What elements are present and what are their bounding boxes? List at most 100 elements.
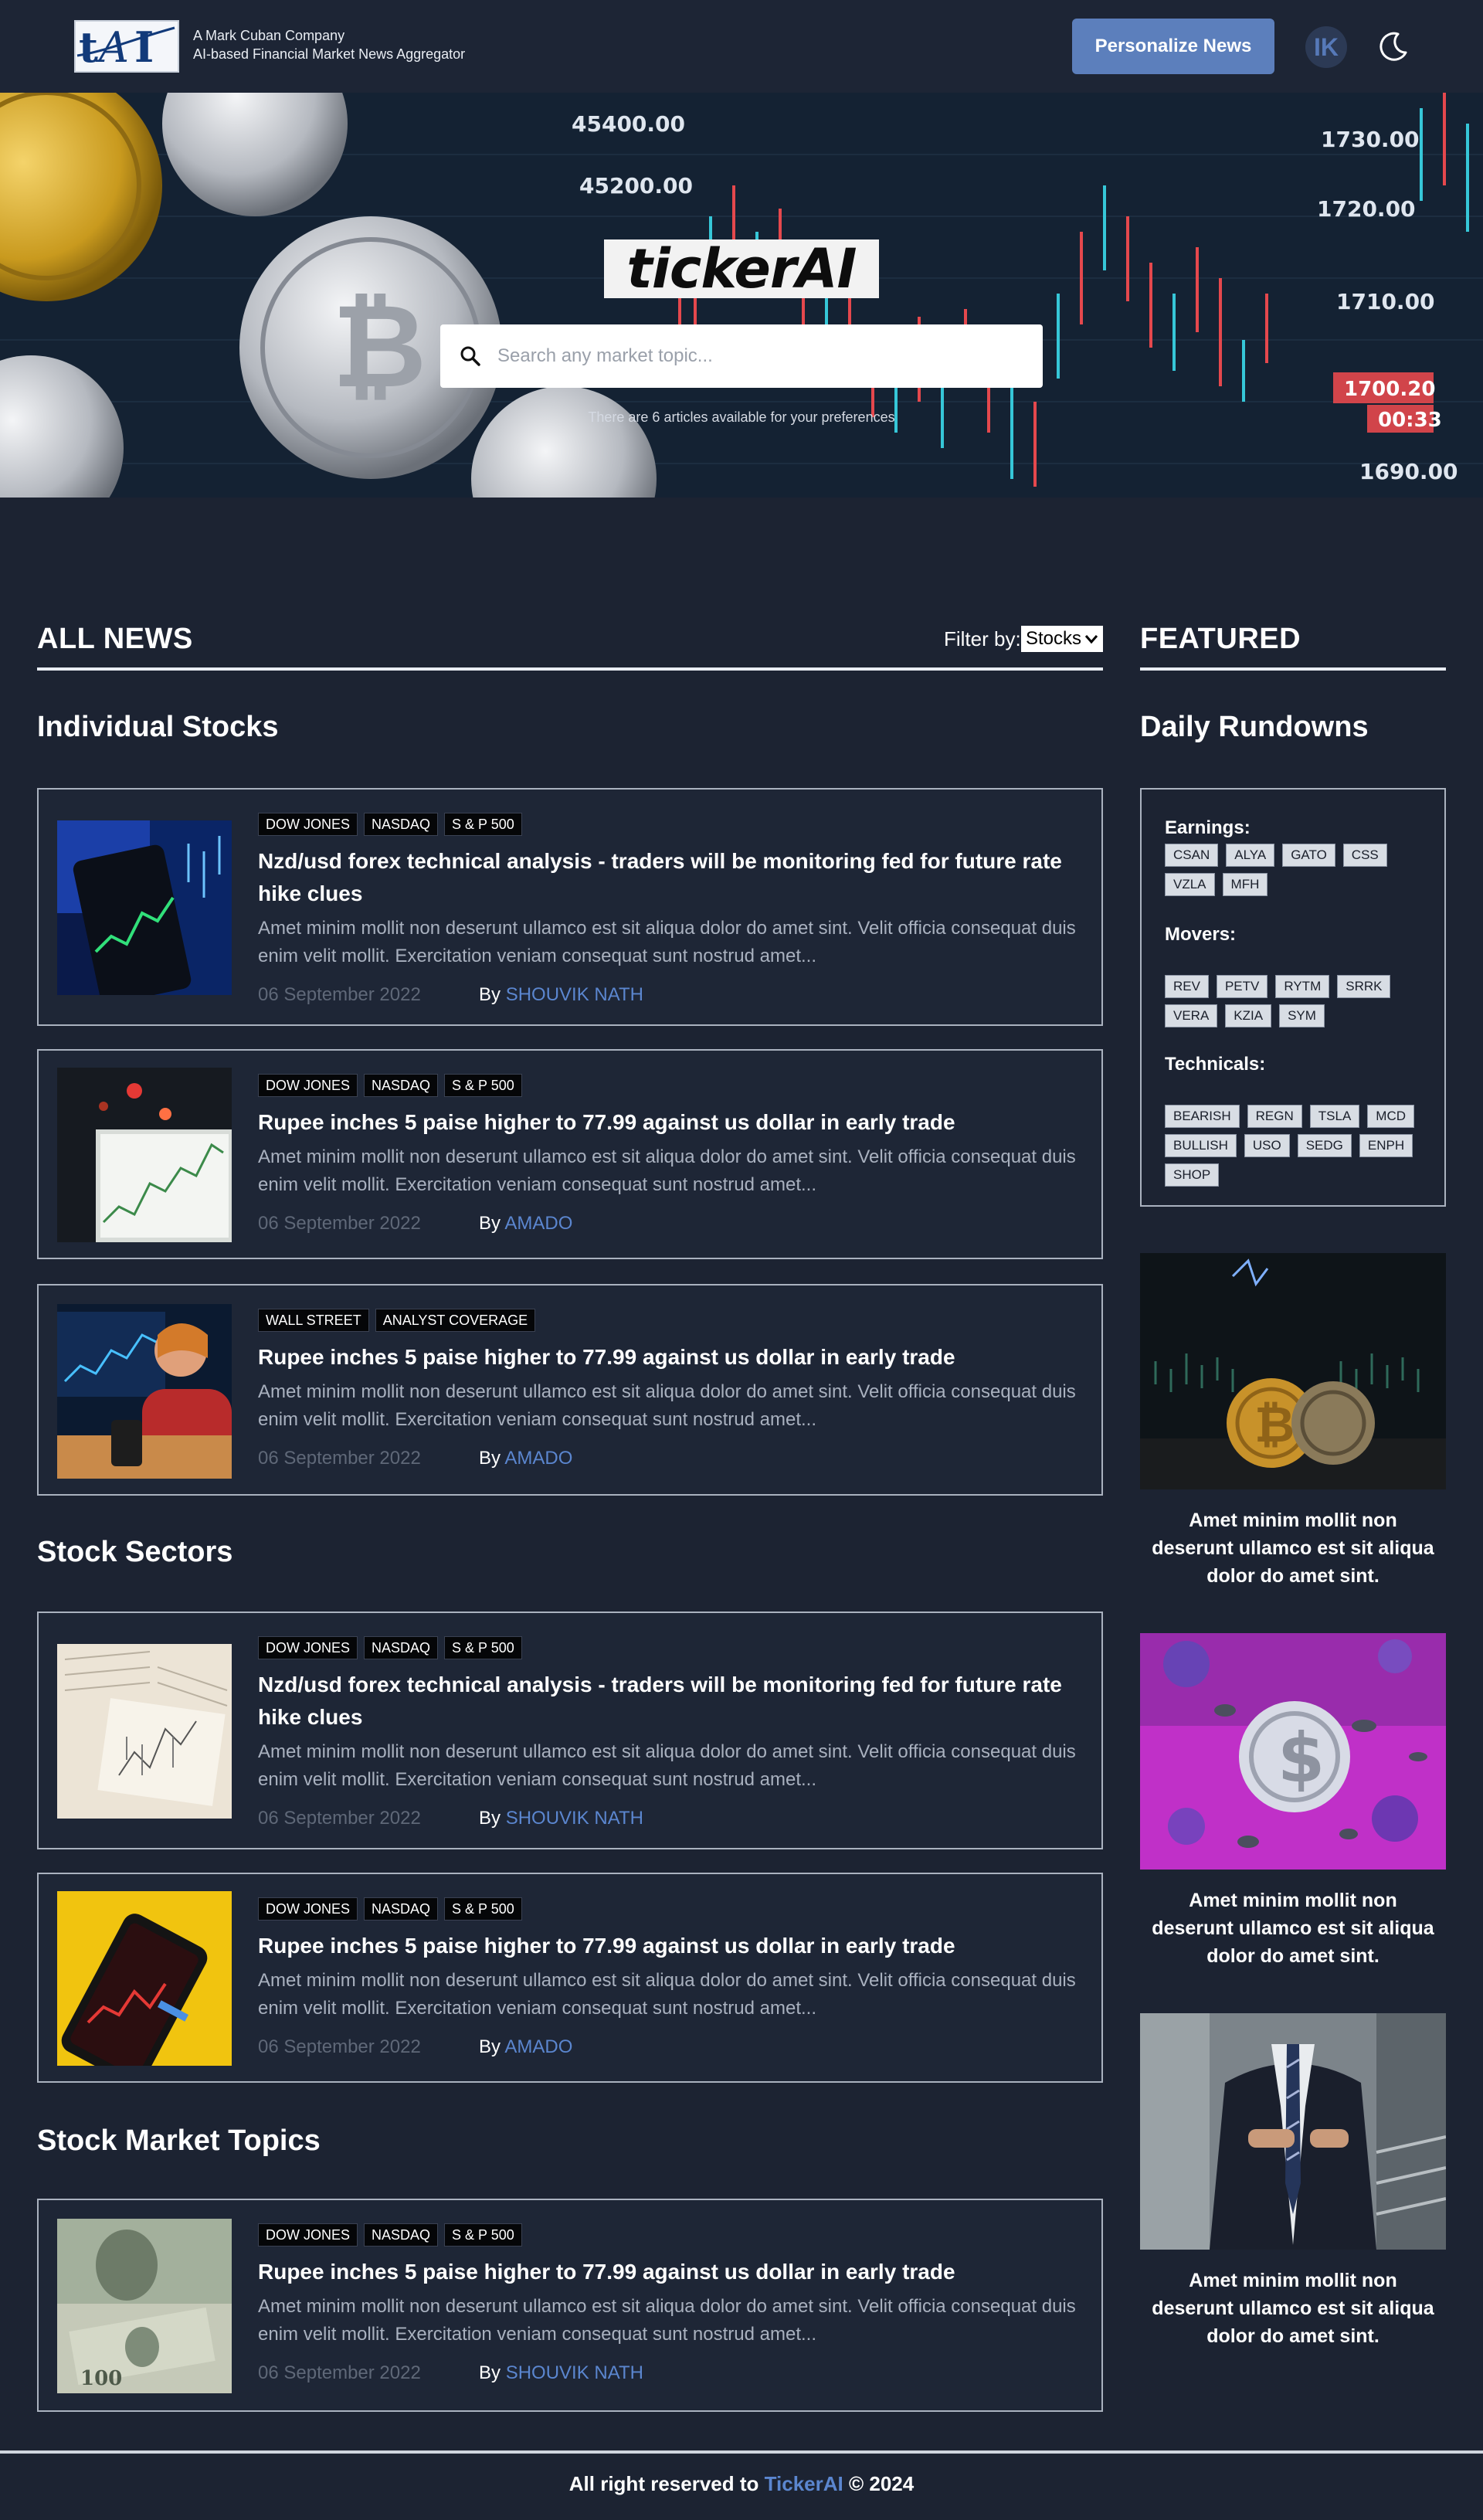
avatar[interactable]: IK bbox=[1305, 26, 1347, 68]
svg-text:1690.00: 1690.00 bbox=[1359, 459, 1458, 484]
svg-text:100: 100 bbox=[80, 2367, 122, 2390]
chevron-down-icon bbox=[1084, 635, 1098, 644]
ticker-chip[interactable]: USO bbox=[1244, 1134, 1290, 1157]
author-link[interactable]: SHOUVIK NATH bbox=[506, 984, 643, 1005]
article-title[interactable]: Nzd/usd forex technical analysis - trade… bbox=[258, 1669, 1077, 1734]
by-label: By bbox=[479, 2362, 501, 2383]
news-card[interactable]: DOW JONES NASDAQ S & P 500 Rupee inches … bbox=[37, 1049, 1103, 1259]
tag-chip[interactable]: S & P 500 bbox=[444, 1897, 522, 1921]
tag-chip[interactable]: DOW JONES bbox=[258, 1074, 358, 1097]
ticker-chip[interactable]: REV bbox=[1165, 975, 1209, 998]
ticker-chip[interactable]: TSLA bbox=[1309, 1105, 1360, 1128]
news-card[interactable]: DOW JONES NASDAQ S & P 500 Nzd/usd forex… bbox=[37, 788, 1103, 1026]
ticker-chip[interactable]: MFH bbox=[1222, 873, 1268, 896]
article-excerpt: Amet minim mollit non deserunt ullamco e… bbox=[258, 1146, 1076, 1195]
articles-count-note: There are 6 articles available for your … bbox=[588, 409, 895, 425]
featured-image[interactable]: ₿ bbox=[1140, 1253, 1446, 1489]
personalize-news-button[interactable]: Personalize News bbox=[1072, 19, 1274, 74]
brand-text: tickerAI bbox=[626, 237, 857, 301]
article-title[interactable]: Rupee inches 5 paise higher to 77.99 aga… bbox=[258, 1930, 1077, 1962]
author-link[interactable]: AMADO bbox=[504, 2036, 572, 2057]
footer-brand-link[interactable]: TickerAI bbox=[765, 2472, 843, 2495]
featured-caption[interactable]: Amet minim mollit non deserunt ullamco e… bbox=[1151, 2267, 1435, 2350]
article-date: 06 September 2022 bbox=[258, 1808, 421, 1829]
tag-chip[interactable]: DOW JONES bbox=[258, 813, 358, 836]
article-thumbnail bbox=[57, 1644, 232, 1819]
article-byline: By SHOUVIK NATH bbox=[479, 2362, 643, 2384]
ticker-chip[interactable]: REGN bbox=[1247, 1105, 1302, 1128]
svg-text:1700.20: 1700.20 bbox=[1344, 378, 1435, 401]
news-card[interactable]: WALL STREET ANALYST COVERAGE Rupee inche… bbox=[37, 1284, 1103, 1496]
ticker-chip[interactable]: CSAN bbox=[1165, 844, 1219, 867]
svg-text:1710.00: 1710.00 bbox=[1336, 289, 1435, 314]
ticker-chip[interactable]: SHOP bbox=[1165, 1163, 1220, 1187]
ticker-chip[interactable]: PETV bbox=[1216, 975, 1268, 998]
article-title[interactable]: Nzd/usd forex technical analysis - trade… bbox=[258, 845, 1077, 910]
article-title[interactable]: Rupee inches 5 paise higher to 77.99 aga… bbox=[258, 1341, 1077, 1374]
author-link[interactable]: AMADO bbox=[504, 1448, 572, 1469]
ticker-chip[interactable]: ALYA bbox=[1226, 844, 1275, 867]
tag-chip[interactable]: DOW JONES bbox=[258, 1897, 358, 1921]
ticker-chip[interactable]: SRRK bbox=[1337, 975, 1391, 998]
news-card[interactable]: DOW JONES NASDAQ S & P 500 Nzd/usd forex… bbox=[37, 1612, 1103, 1849]
article-excerpt: Amet minim mollit non deserunt ullamco e… bbox=[258, 1741, 1076, 1790]
tag-chip[interactable]: NASDAQ bbox=[364, 2223, 439, 2247]
tag-chip[interactable]: S & P 500 bbox=[444, 2223, 522, 2247]
ticker-chip[interactable]: KZIA bbox=[1225, 1004, 1272, 1027]
svg-text:t: t bbox=[79, 22, 98, 71]
tag-chip[interactable]: DOW JONES bbox=[258, 1636, 358, 1659]
author-link[interactable]: SHOUVIK NATH bbox=[506, 2362, 643, 2383]
news-card[interactable]: DOW JONES NASDAQ S & P 500 Rupee inches … bbox=[37, 1873, 1103, 2083]
ticker-chip[interactable]: SYM bbox=[1279, 1004, 1325, 1027]
tag-chip[interactable]: NASDAQ bbox=[364, 1897, 439, 1921]
hero-banner: 45400.00 45200.00 1730.00 1720.00 1710.00 1… bbox=[0, 93, 1483, 498]
logo[interactable]: t A I bbox=[74, 20, 179, 73]
ticker-chip[interactable]: VZLA bbox=[1165, 873, 1215, 896]
svg-text:$: $ bbox=[1278, 1718, 1325, 1798]
featured-caption[interactable]: Amet minim mollit non deserunt ullamco e… bbox=[1151, 1887, 1435, 1970]
featured-image[interactable]: $ bbox=[1140, 1633, 1446, 1870]
ticker-chip[interactable]: BEARISH bbox=[1165, 1105, 1240, 1128]
search-bar[interactable] bbox=[440, 324, 1043, 388]
tai-logo-icon: t A I bbox=[76, 22, 175, 72]
section-individual-stocks: Individual Stocks bbox=[37, 711, 279, 743]
ticker-chip[interactable]: GATO bbox=[1282, 844, 1335, 867]
tag-chip[interactable]: DOW JONES bbox=[258, 2223, 358, 2247]
ticker-chip[interactable]: RYTM bbox=[1275, 975, 1330, 998]
featured-caption[interactable]: Amet minim mollit non deserunt ullamco e… bbox=[1151, 1506, 1435, 1590]
tag-chip[interactable]: NASDAQ bbox=[364, 1636, 439, 1659]
ticker-chip[interactable]: BULLISH bbox=[1165, 1134, 1237, 1157]
ticker-chip[interactable]: CSS bbox=[1342, 844, 1387, 867]
tag-chip[interactable]: S & P 500 bbox=[444, 813, 522, 836]
featured-heading: FEATURED bbox=[1140, 623, 1301, 655]
article-byline: By AMADO bbox=[479, 1213, 572, 1235]
search-input[interactable] bbox=[497, 345, 992, 367]
moon-icon[interactable] bbox=[1375, 28, 1412, 65]
ticker-chip[interactable]: MCD bbox=[1367, 1105, 1415, 1128]
tag-chip[interactable]: NASDAQ bbox=[364, 813, 439, 836]
ticker-chip[interactable]: ENPH bbox=[1359, 1134, 1413, 1157]
article-title[interactable]: Rupee inches 5 paise higher to 77.99 aga… bbox=[258, 2256, 1077, 2288]
by-label: By bbox=[479, 2036, 501, 2057]
article-date: 06 September 2022 bbox=[258, 1448, 421, 1469]
author-link[interactable]: AMADO bbox=[504, 1213, 572, 1234]
tag-chip[interactable]: ANALYST COVERAGE bbox=[375, 1309, 536, 1332]
ticker-chip[interactable]: VERA bbox=[1165, 1004, 1218, 1027]
tag-chip[interactable]: NASDAQ bbox=[364, 1074, 439, 1097]
all-news-heading: ALL NEWS bbox=[37, 623, 193, 655]
daily-rundowns-panel: Earnings: CSAN ALYA GATO CSS VZLA MFH Mo… bbox=[1140, 788, 1446, 1207]
featured-image[interactable] bbox=[1140, 2013, 1446, 2250]
tag-chip[interactable]: WALL STREET bbox=[258, 1309, 369, 1332]
tag-chip[interactable]: S & P 500 bbox=[444, 1636, 522, 1659]
svg-text:I: I bbox=[134, 22, 154, 71]
news-card[interactable]: 100 DOW JONES NASDAQ S & P 500 Rupee inc… bbox=[37, 2199, 1103, 2412]
article-thumbnail bbox=[57, 1304, 232, 1479]
article-title[interactable]: Rupee inches 5 paise higher to 77.99 aga… bbox=[258, 1106, 1077, 1139]
ticker-chip[interactable]: SEDG bbox=[1297, 1134, 1352, 1157]
tag-chip[interactable]: S & P 500 bbox=[444, 1074, 522, 1097]
filter-dropdown[interactable]: Stocks bbox=[1021, 626, 1103, 652]
daily-rundowns-heading: Daily Rundowns bbox=[1140, 711, 1369, 743]
svg-text:45200.00: 45200.00 bbox=[579, 173, 693, 199]
author-link[interactable]: SHOUVIK NATH bbox=[506, 1808, 643, 1829]
search-icon bbox=[460, 346, 480, 366]
